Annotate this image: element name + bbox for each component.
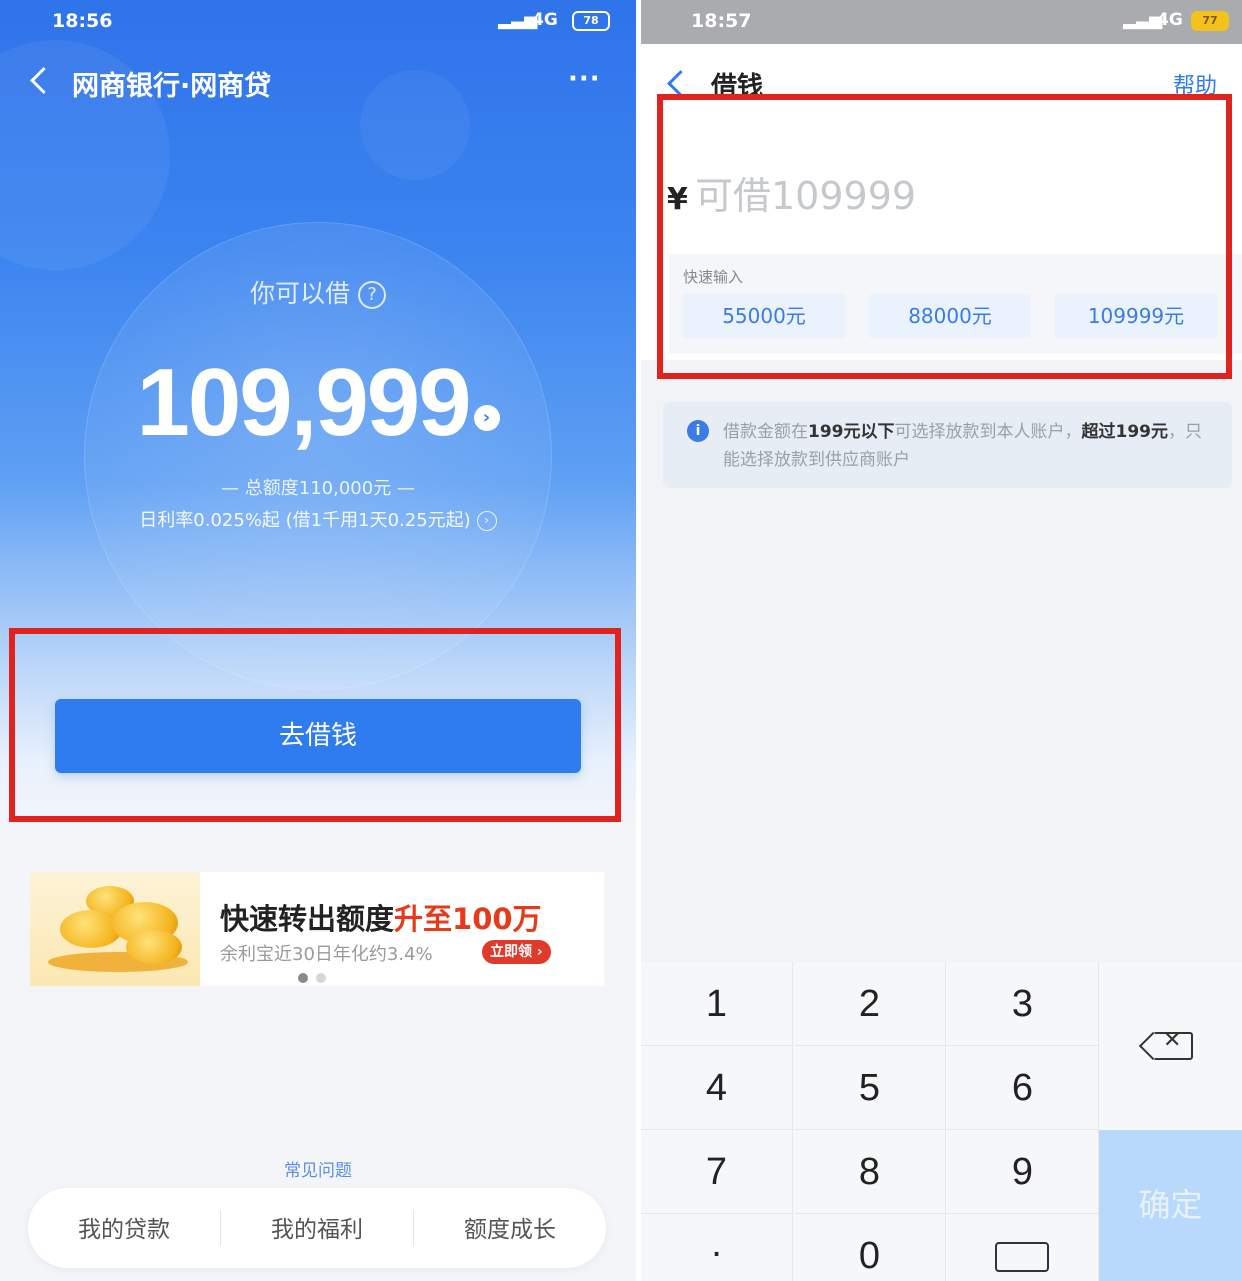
faq-link[interactable]: 常见问题 [0,1156,636,1181]
key-9[interactable]: 9 [947,1130,1099,1214]
tab-my-loans[interactable]: 我的贷款 [28,1210,220,1244]
key-5[interactable]: 5 [794,1046,946,1130]
key-8[interactable]: 8 [794,1130,946,1214]
available-amount[interactable]: 109,999 › [0,348,636,458]
backspace-key[interactable]: ✕ [1099,962,1242,1130]
amount-value: 109,999 [136,349,471,456]
banner-title: 快速转出额度升至100万 [220,902,542,936]
key-dot[interactable]: . [641,1214,793,1281]
back-icon[interactable] [26,62,56,102]
carousel-dots [298,968,334,987]
numeric-keypad: 1 2 3 4 5 6 7 8 9 . 0 ✕ 确定 [641,962,1242,1281]
notice-text: 借款金额在199元以下可选择放款到本人账户，超过199元，只能选择放款到供应商账… [723,422,1202,470]
status-bar: 18:57 ▂▃▅ 4G 77 [641,0,1242,44]
status-time: 18:56 [52,10,113,32]
carousel-dot[interactable] [316,973,326,983]
left-screen: 18:56 ▂▃▅ 4G 78 网商银行·网商贷 ··· 你可以借? 109,9… [0,0,636,1281]
total-credit: — 总额度110,000元 — [221,478,415,499]
key-1[interactable]: 1 [641,962,793,1046]
network-label: 4G [532,10,558,30]
tab-credit-growth[interactable]: 额度成长 [414,1210,606,1244]
borrow-label: 你可以借? [0,274,636,310]
key-2[interactable]: 2 [794,962,946,1046]
more-icon[interactable]: ··· [568,64,601,94]
page-title: 网商银行·网商贷 [72,71,272,102]
keyboard-icon [995,1242,1049,1272]
confirm-button[interactable]: 确定 [1099,1130,1242,1281]
status-time: 18:57 [691,10,752,32]
claim-now-button[interactable]: 立即领 › [482,940,551,964]
key-6[interactable]: 6 [947,1046,1099,1130]
carousel-dot-active[interactable] [298,973,308,983]
highlight-box [657,94,1232,379]
status-bar: 18:56 ▂▃▅ 4G 78 [0,0,636,44]
network-label: 4G [1157,10,1183,30]
nav-bar: 网商银行·网商贷 ··· [0,52,636,112]
key-7[interactable]: 7 [641,1130,793,1214]
gold-ingot-image [30,872,200,986]
bottom-tab-bar: 我的贷款 我的福利 额度成长 [28,1188,606,1268]
battery-icon: 77 [1191,11,1229,31]
question-icon[interactable]: ? [358,281,386,309]
key-0[interactable]: 0 [794,1214,946,1281]
payout-notice: i 借款金额在199元以下可选择放款到本人账户，超过199元，只能选择放款到供应… [663,402,1232,488]
arrow-right-icon[interactable]: › [473,405,500,431]
battery-icon: 78 [572,11,610,31]
tab-my-benefits[interactable]: 我的福利 [221,1210,413,1244]
key-4[interactable]: 4 [641,1046,793,1130]
interest-rate[interactable]: 日利率0.025%起 (借1千用1天0.25元起) › [0,506,636,532]
chevron-right-icon[interactable]: › [476,511,497,531]
highlight-box [9,628,621,822]
key-3[interactable]: 3 [947,962,1099,1046]
info-icon: i [687,420,709,442]
banner-subtitle: 余利宝近30日年化约3.4% [220,944,433,965]
